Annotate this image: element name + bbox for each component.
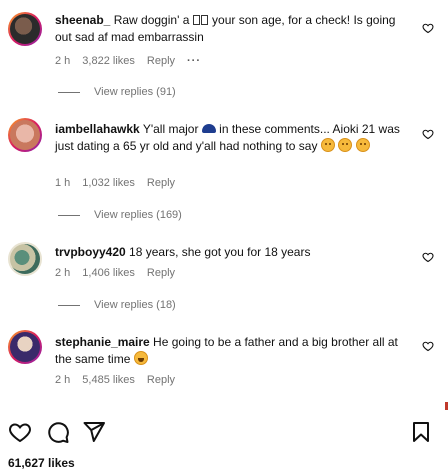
comment-username[interactable]: trvpboyy420 [55,245,126,259]
view-replies-label: View replies (169) [94,209,182,221]
comment-likes[interactable]: 1,032 likes [82,177,135,189]
share-icon[interactable] [82,420,106,444]
post-likes-count[interactable]: 61,627 likes [8,456,75,470]
like-comment-heart-icon[interactable] [422,22,434,34]
avatar[interactable] [8,118,42,152]
view-replies-button[interactable]: View replies (169) [58,209,182,221]
emoji-face-icon [338,138,353,152]
unknown-glyph-icon [200,15,208,25]
reply-button[interactable]: Reply [147,55,175,67]
divider-line [58,304,80,306]
comment-text: trvpboyy420 18 years, she got you for 18… [55,244,405,261]
reply-button[interactable]: Reply [147,374,175,386]
avatar[interactable] [8,242,42,276]
view-replies-label: View replies (91) [94,86,176,98]
blue-cap-emoji-icon [201,124,216,133]
view-replies-button[interactable]: View replies (18) [58,299,176,311]
post-action-bar [0,410,448,454]
bookmark-icon[interactable] [409,420,433,444]
emoji-face-icon [355,138,370,152]
comment-text: stephanie_maire He going to be a father … [55,334,405,368]
avatar[interactable] [8,12,42,46]
comment-meta: 2 h 3,822 likes Reply ··· [55,55,213,67]
avatar[interactable] [8,330,42,364]
comment-body: 18 years, she got you for 18 years [125,245,311,259]
comment-meta: 1 h 1,032 likes Reply [55,177,187,189]
comment-meta: 2 h 5,485 likes Reply [55,374,187,386]
unknown-glyph-icon [192,15,200,25]
emoji-face-icon [320,138,335,152]
divider-line [58,214,80,216]
comment-time: 2 h [55,374,71,386]
comment-username[interactable]: sheenab_ [55,13,110,27]
reply-button[interactable]: Reply [147,267,175,279]
view-replies-button[interactable]: View replies (91) [58,86,176,98]
like-comment-heart-icon[interactable] [422,340,434,352]
comment-time: 2 h [55,267,71,279]
comment-icon[interactable] [46,420,70,444]
like-comment-heart-icon[interactable] [422,128,434,140]
divider-line [58,91,80,93]
comment-body-part: Y'all major [139,122,202,136]
more-options-icon[interactable]: ··· [187,55,201,67]
comment-likes[interactable]: 1,406 likes [82,267,135,279]
comment-meta: 2 h 1,406 likes Reply [55,267,187,279]
comment-time: 2 h [55,55,71,67]
laughing-emoji-icon [133,351,148,365]
comments-list: sheenab_ Raw doggin' a your son age, for… [0,0,448,408]
comment-username[interactable]: stephanie_maire [55,335,150,349]
comment-body-part: Raw doggin' a [110,13,193,27]
like-comment-heart-icon[interactable] [422,251,434,263]
comment-username[interactable]: iambellahawkk [55,122,140,136]
comment-time: 1 h [55,177,71,189]
view-replies-label: View replies (18) [94,299,176,311]
reply-button[interactable]: Reply [147,177,175,189]
comment-likes[interactable]: 5,485 likes [82,374,135,386]
comment-text: sheenab_ Raw doggin' a your son age, for… [55,12,405,46]
comment-likes[interactable]: 3,822 likes [82,55,135,67]
heart-icon[interactable] [8,420,32,444]
comment-text: iambellahawkk Y'all major in these comme… [55,121,405,155]
